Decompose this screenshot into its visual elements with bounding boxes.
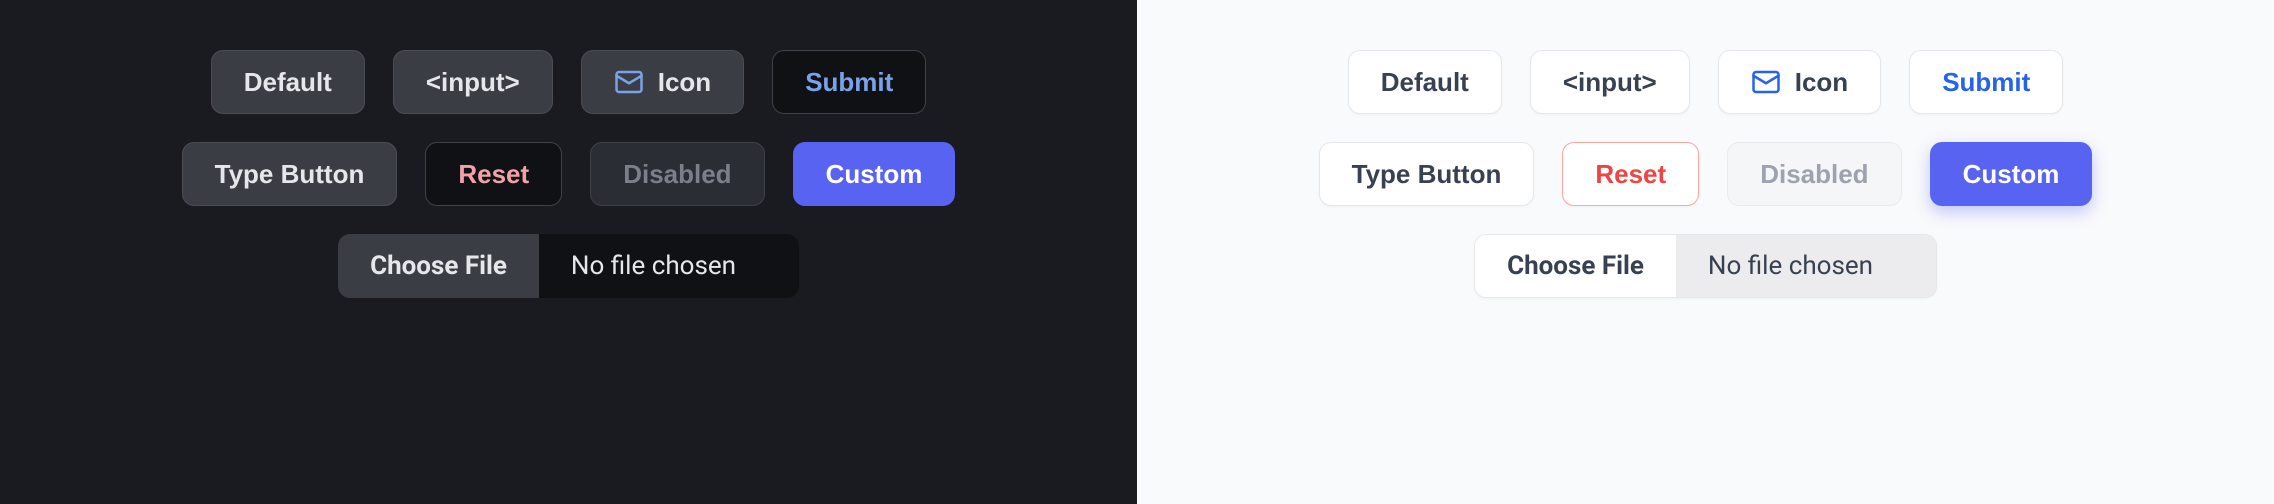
mail-icon	[614, 67, 644, 97]
icon-button[interactable]: Icon	[581, 50, 744, 114]
file-status-label: No file chosen	[1676, 235, 1936, 297]
icon-button-label: Icon	[1795, 67, 1848, 98]
light-theme-panel: Default <input> Icon Submit Type Button …	[1137, 0, 2274, 504]
icon-button[interactable]: Icon	[1718, 50, 1881, 114]
file-input[interactable]: Choose File No file chosen	[1474, 234, 1937, 298]
type-button[interactable]: Type Button	[1319, 142, 1535, 206]
default-button[interactable]: Default	[1348, 50, 1502, 114]
button-row-1: Default <input> Icon Submit	[211, 50, 927, 114]
reset-button[interactable]: Reset	[1562, 142, 1699, 206]
submit-button[interactable]: Submit	[1909, 50, 2063, 114]
button-row-2: Type Button Reset Disabled Custom	[182, 142, 956, 206]
choose-file-button[interactable]: Choose File	[1475, 235, 1676, 297]
custom-button[interactable]: Custom	[1930, 142, 2093, 206]
icon-button-label: Icon	[658, 67, 711, 98]
reset-button[interactable]: Reset	[425, 142, 562, 206]
choose-file-button[interactable]: Choose File	[338, 234, 539, 298]
type-button[interactable]: Type Button	[182, 142, 398, 206]
input-styled-button[interactable]: <input>	[393, 50, 553, 114]
disabled-button: Disabled	[1727, 142, 1901, 206]
mail-icon	[1751, 67, 1781, 97]
file-input[interactable]: Choose File No file chosen	[338, 234, 799, 298]
button-row-2: Type Button Reset Disabled Custom	[1319, 142, 2093, 206]
button-row-1: Default <input> Icon Submit	[1348, 50, 2064, 114]
file-row: Choose File No file chosen	[338, 234, 799, 298]
dark-theme-panel: Default <input> Icon Submit Type Button …	[0, 0, 1137, 504]
file-status-label: No file chosen	[539, 234, 799, 298]
input-styled-button[interactable]: <input>	[1530, 50, 1690, 114]
custom-button[interactable]: Custom	[793, 142, 956, 206]
file-row: Choose File No file chosen	[1474, 234, 1937, 298]
default-button[interactable]: Default	[211, 50, 365, 114]
submit-button[interactable]: Submit	[772, 50, 926, 114]
disabled-button: Disabled	[590, 142, 764, 206]
